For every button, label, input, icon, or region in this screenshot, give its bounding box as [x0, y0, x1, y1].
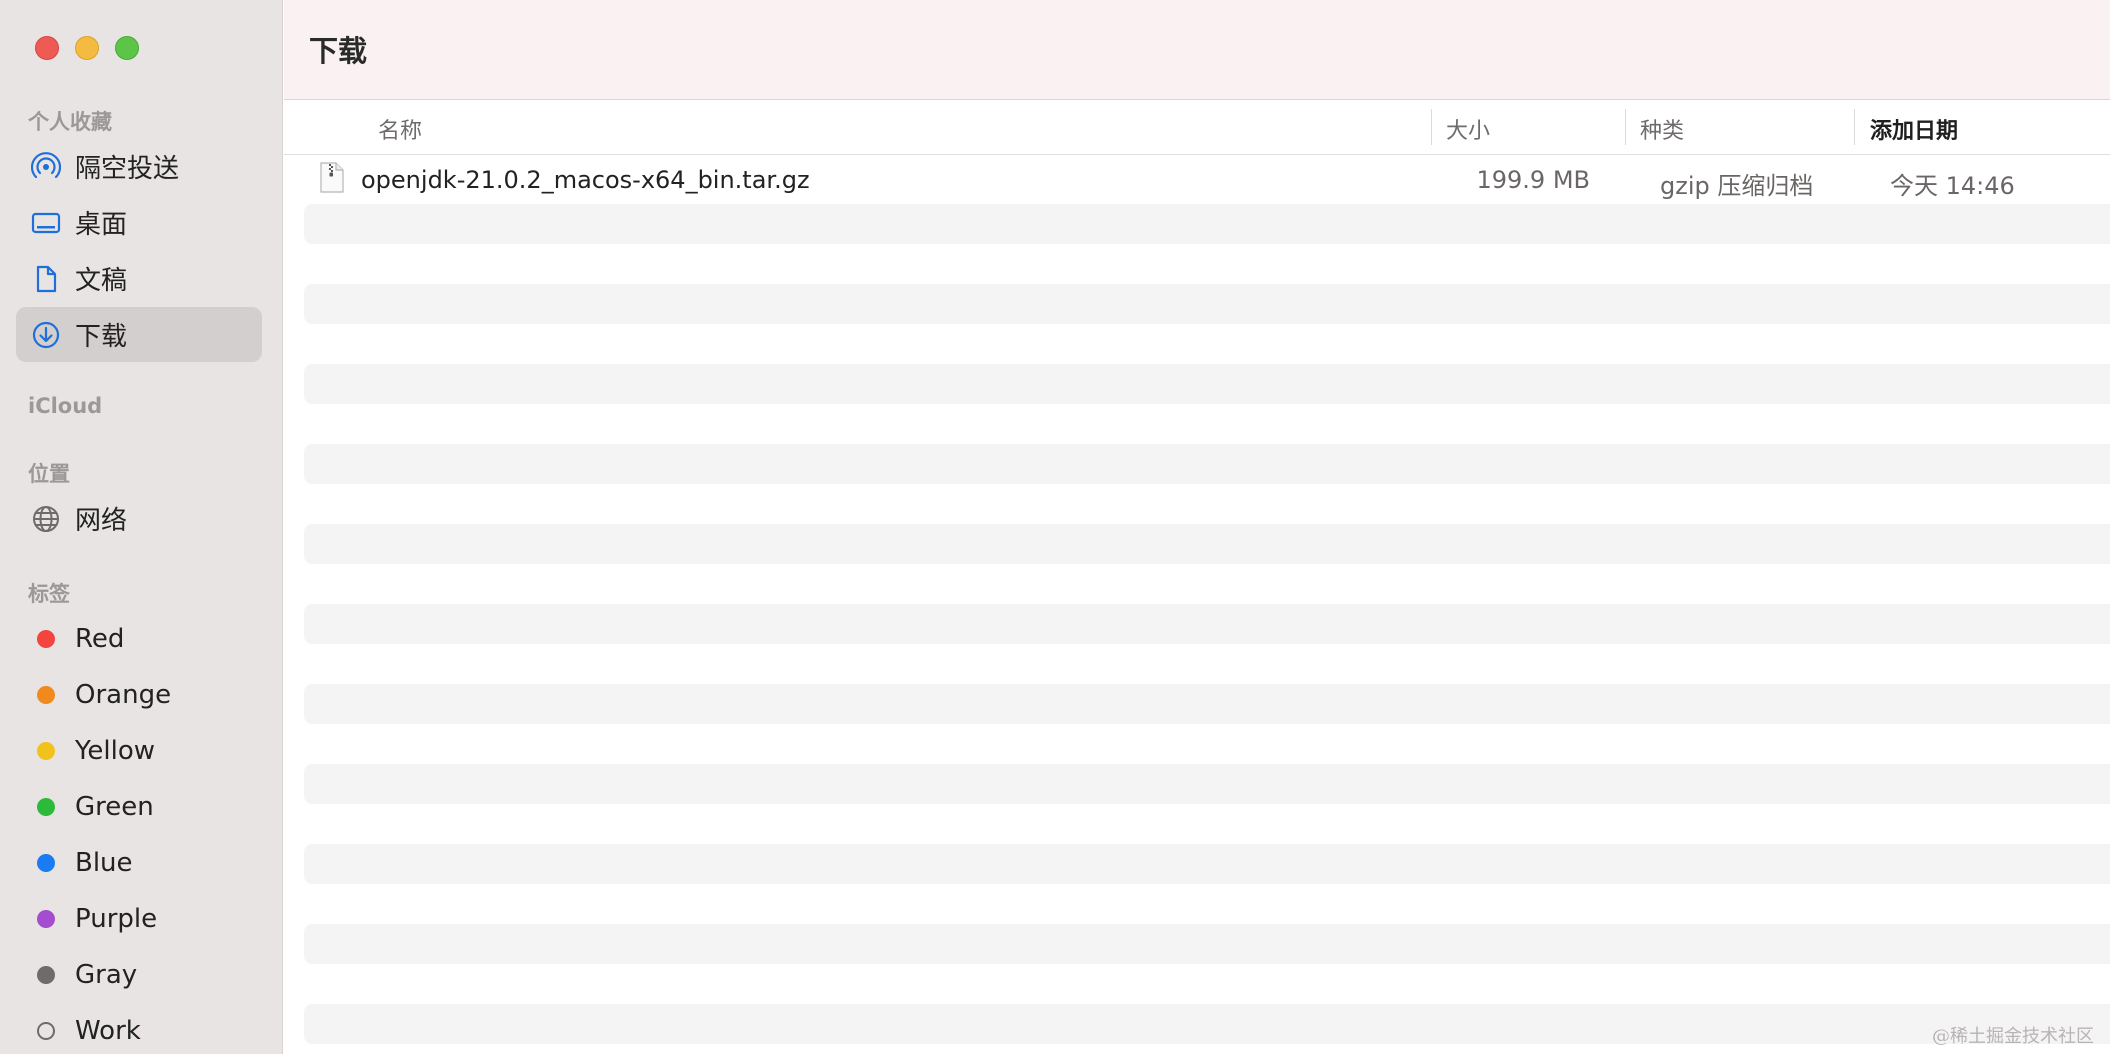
column-header-kind[interactable]: 种类 [1640, 113, 1684, 145]
tag-color-dot [37, 685, 55, 704]
file-date-added: 今天 14:46 [1890, 172, 2015, 200]
empty-row [304, 204, 2110, 244]
tag-item-green[interactable]: Green [16, 779, 262, 834]
section-title-icloud[interactable]: iCloud [28, 394, 102, 418]
airdrop-icon [31, 151, 61, 182]
sidebar-item-label: 文稿 [75, 266, 128, 296]
column-header-bar: 名称 大小 种类 添加日期 [284, 101, 2110, 155]
sidebar-item-label: 网络 [75, 506, 128, 536]
empty-row [304, 924, 2110, 964]
tag-color-dot [37, 629, 55, 648]
sidebar-item-desktop[interactable]: 桌面 [16, 195, 262, 250]
column-divider[interactable] [1625, 109, 1626, 145]
window-title: 下载 [309, 34, 368, 68]
sidebar-item-label: 隔空投送 [75, 154, 180, 184]
file-kind: gzip 压缩归档 [1660, 172, 1814, 200]
tag-label: Work [75, 1015, 141, 1046]
sidebar-item-downloads[interactable]: 下载 [16, 307, 262, 362]
sidebar-item-label: 下载 [75, 322, 128, 352]
empty-row [304, 524, 2110, 564]
archive-file-icon [320, 162, 344, 193]
section-title-favorites: 个人收藏 [28, 110, 112, 134]
file-list: openjdk-21.0.2_macos-x64_bin.tar.gz 199.… [284, 156, 2110, 1054]
empty-row [304, 444, 2110, 484]
section-title-tags: 标签 [28, 582, 70, 606]
tag-item-red[interactable]: Red [16, 611, 262, 666]
tag-label: Yellow [75, 735, 156, 766]
column-header-size[interactable]: 大小 [1446, 113, 1490, 145]
empty-row [304, 604, 2110, 644]
empty-row [304, 284, 2110, 324]
sidebar-item-documents[interactable]: 文稿 [16, 251, 262, 306]
minimize-window-button[interactable] [75, 36, 99, 60]
sidebar-item-label: 桌面 [75, 210, 128, 240]
tag-item-work[interactable]: Work [16, 1003, 262, 1058]
section-title-locations: 位置 [28, 462, 70, 486]
empty-row [304, 844, 2110, 884]
tag-item-gray[interactable]: Gray [16, 947, 262, 1002]
toolbar: 下载 [284, 0, 2110, 100]
watermark: @稀土掘金技术社区 [1932, 1026, 2094, 1047]
tag-item-blue[interactable]: Blue [16, 835, 262, 890]
empty-row [304, 764, 2110, 804]
tag-item-orange[interactable]: Orange [16, 667, 262, 722]
network-globe-icon [31, 504, 61, 534]
tag-label: Blue [75, 847, 133, 878]
tag-color-dot [37, 1021, 55, 1040]
tag-item-purple[interactable]: Purple [16, 891, 262, 946]
tag-label: Green [75, 791, 154, 822]
tag-color-dot [37, 797, 55, 816]
column-divider[interactable] [1431, 109, 1432, 145]
sidebar: 个人收藏 隔空投送 桌面 文稿 下载 iCloud 位置 网络 标签 Red O… [0, 0, 283, 1054]
tag-label: Orange [75, 679, 172, 710]
file-row[interactable]: openjdk-21.0.2_macos-x64_bin.tar.gz 199.… [304, 158, 2110, 200]
column-divider[interactable] [1854, 109, 1855, 145]
tag-color-dot [37, 853, 55, 872]
tag-label: Red [75, 623, 125, 654]
empty-row [304, 1004, 2110, 1044]
document-icon [31, 264, 61, 294]
zoom-window-button[interactable] [115, 36, 139, 60]
file-name: openjdk-21.0.2_macos-x64_bin.tar.gz [361, 166, 810, 194]
close-window-button[interactable] [35, 36, 59, 60]
tag-color-dot [37, 965, 55, 984]
column-header-name[interactable]: 名称 [378, 113, 422, 145]
download-icon [31, 320, 61, 350]
sidebar-item-network[interactable]: 网络 [16, 491, 262, 546]
sidebar-item-airdrop[interactable]: 隔空投送 [16, 139, 262, 194]
empty-row [304, 684, 2110, 724]
tag-label: Purple [75, 903, 158, 934]
tag-color-dot [37, 909, 55, 928]
tag-item-yellow[interactable]: Yellow [16, 723, 262, 778]
tag-label: Gray [75, 959, 138, 990]
desktop-icon [31, 208, 61, 238]
tag-color-dot [37, 741, 55, 760]
column-header-date-added[interactable]: 添加日期 [1870, 113, 1958, 145]
file-size: 199.9 MB [1476, 166, 1590, 194]
empty-row [304, 364, 2110, 404]
